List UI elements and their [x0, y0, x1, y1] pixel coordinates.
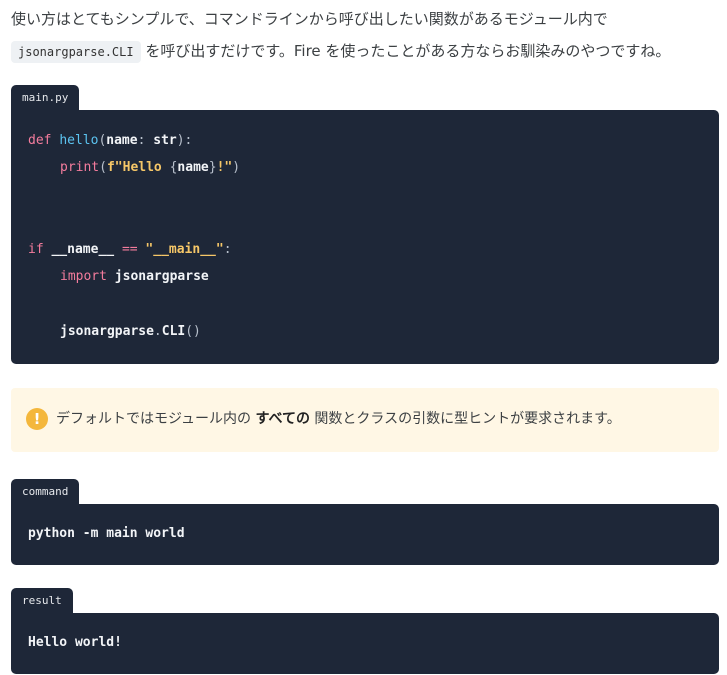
result-line: Hello world! [28, 635, 122, 650]
note-bold: すべての [255, 411, 310, 427]
param-name: name [106, 133, 138, 148]
keyword-import: import [60, 269, 107, 284]
object-name: jsonargparse [60, 324, 154, 339]
exclamation-icon: ! [26, 408, 48, 430]
call-parens: () [185, 324, 201, 339]
intro-paragraph: 使い方はとてもシンプルで、コマンドラインから呼び出したい関数があるモジュール内で… [11, 3, 723, 68]
code-line-3: if __name__ == "__main__": [28, 240, 232, 260]
fstring-end: !" [216, 160, 233, 175]
fstring-var: name [177, 160, 209, 175]
intro-line-2: を呼び出すだけです。Fire を使ったことがある方ならお馴染みのやつですね。 [145, 42, 671, 60]
code-block-main[interactable]: def hello(name: str): print(f"Hello {nam… [11, 110, 719, 364]
code-block-result[interactable]: Hello world! [11, 613, 719, 674]
builtin-print: print [60, 160, 100, 175]
code-label-command: command [11, 479, 80, 504]
note-before: デフォルトではモジュール内の [56, 411, 252, 427]
inline-code-cli: jsonargparse.CLI [11, 41, 141, 63]
operator-eq: == [121, 242, 138, 257]
string-main: "__main__" [145, 242, 224, 257]
paren-close: ): [176, 133, 193, 148]
code-line-2: print(f"Hello {name}!") [60, 158, 240, 178]
dot: . [153, 324, 162, 339]
fstring-start: f"Hello [106, 160, 170, 175]
colon: : [223, 242, 232, 257]
colon: : [137, 133, 154, 148]
dunder-name: __name__ [51, 242, 115, 257]
note-box: ! デフォルトではモジュール内の すべての 関数とクラスの引数に型ヒントが要求さ… [11, 388, 719, 452]
note-text: デフォルトではモジュール内の すべての 関数とクラスの引数に型ヒントが要求されま… [56, 408, 621, 430]
paren-close: ) [232, 160, 241, 175]
brace-close: } [208, 160, 217, 175]
keyword-if: if [28, 242, 44, 257]
code-line-5: jsonargparse.CLI() [60, 322, 201, 342]
article-page: 使い方はとてもシンプルで、コマンドラインから呼び出したい関数があるモジュール内で… [0, 0, 727, 675]
keyword-def: def [28, 133, 52, 148]
param-type: str [153, 133, 177, 148]
function-name: hello [59, 133, 99, 148]
code-line-4: import jsonargparse [60, 267, 209, 287]
code-label-main: main.py [11, 85, 80, 110]
call-name: CLI [161, 324, 186, 339]
paren-open: ( [99, 160, 107, 175]
note-after: 関数とクラスの引数に型ヒントが要求されます。 [314, 411, 621, 427]
command-line: python -m main world [28, 526, 185, 541]
code-label-result: result [11, 588, 73, 613]
module-name: jsonargparse [114, 269, 209, 284]
code-line-1: def hello(name: str): [28, 131, 192, 151]
code-block-command[interactable]: python -m main world [11, 504, 719, 565]
intro-line-1: 使い方はとてもシンプルで、コマンドラインから呼び出したい関数があるモジュール内で [11, 10, 608, 28]
